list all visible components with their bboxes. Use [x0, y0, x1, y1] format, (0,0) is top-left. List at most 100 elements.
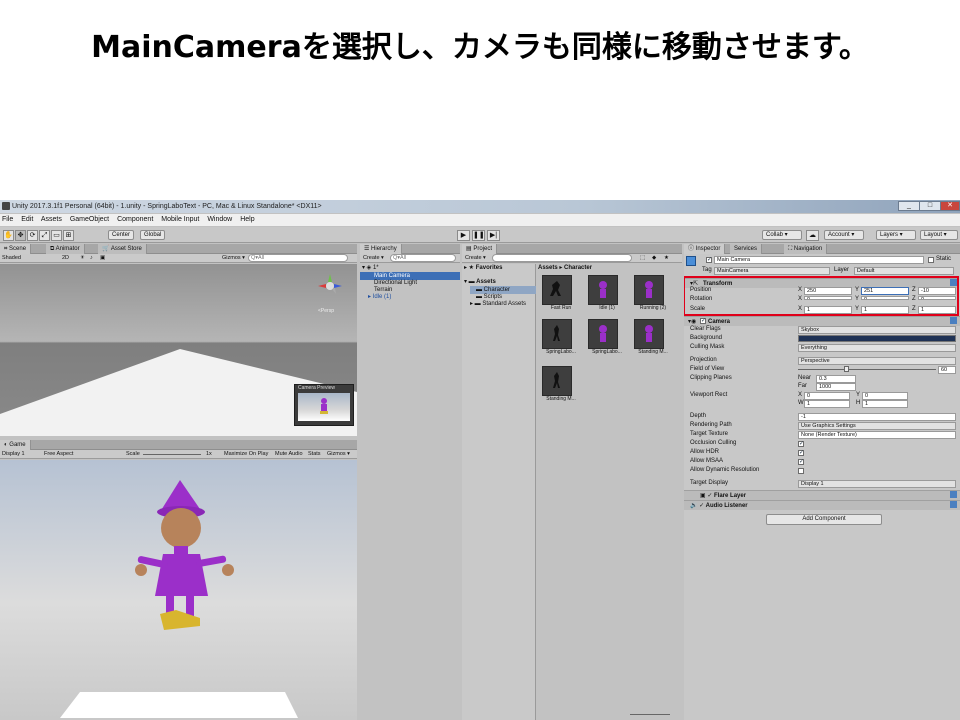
- menu-component[interactable]: Component: [117, 216, 153, 223]
- pivot-center-button[interactable]: Center: [108, 230, 135, 240]
- position-x-field[interactable]: 250: [804, 287, 852, 295]
- projection-dropdown[interactable]: Perspective: [798, 357, 956, 365]
- near-field[interactable]: 0.3: [816, 375, 856, 383]
- asset-standing-1[interactable]: Standing M...: [634, 319, 672, 355]
- scale-z-field[interactable]: 1: [918, 306, 956, 314]
- asset-fast-run[interactable]: Fast Run: [542, 275, 580, 311]
- project-search-input[interactable]: [492, 254, 632, 262]
- tab-services[interactable]: Services: [730, 244, 763, 254]
- tab-project[interactable]: ▤ Project: [462, 244, 498, 254]
- scene-viewport[interactable]: <Persp Camera Preview: [0, 264, 357, 436]
- position-y-field[interactable]: 251: [861, 287, 909, 295]
- allow-hdr-checkbox[interactable]: ✓: [798, 450, 804, 456]
- vp-y-field[interactable]: 0: [862, 392, 908, 400]
- close-button[interactable]: ✕: [940, 201, 960, 211]
- camera-enabled-checkbox[interactable]: ✓: [700, 318, 706, 324]
- stats-toggle[interactable]: Stats: [308, 450, 321, 459]
- fov-field[interactable]: 60: [938, 366, 956, 374]
- folder-standard-assets[interactable]: ▸ ▬ Standard Assets: [470, 300, 526, 309]
- hand-tool-icon[interactable]: ✋: [3, 230, 14, 241]
- rotation-y-field[interactable]: 0: [861, 296, 909, 300]
- culling-mask-dropdown[interactable]: Everything: [798, 344, 956, 352]
- audio-listener-header[interactable]: 🔊 ✓ Audio Listener: [684, 500, 960, 510]
- active-checkbox[interactable]: ✓: [706, 257, 712, 263]
- global-toggle-button[interactable]: Global: [140, 230, 166, 240]
- light-icon[interactable]: ☀: [80, 254, 85, 263]
- hierarchy-item-idle[interactable]: ▸ Idle (1): [368, 293, 391, 302]
- maximize-on-play-toggle[interactable]: Maximize On Play: [224, 450, 268, 459]
- scene-orientation-gizmo-icon[interactable]: [318, 274, 342, 298]
- flare-layer-header[interactable]: ▣ ✓ Flare Layer: [684, 490, 960, 500]
- rotate-tool-icon[interactable]: ⟳: [27, 230, 38, 241]
- layer-dropdown[interactable]: Default: [854, 267, 954, 275]
- display-dropdown[interactable]: Display 1: [2, 450, 25, 459]
- tab-game[interactable]: ◐ Game: [0, 440, 31, 450]
- layout-button[interactable]: Layout ▾: [920, 230, 958, 240]
- game-viewport[interactable]: [0, 460, 357, 720]
- step-icon[interactable]: ▶|: [487, 230, 500, 241]
- menu-gameobject[interactable]: GameObject: [70, 216, 109, 223]
- thumbnail-size-slider[interactable]: [630, 714, 670, 715]
- play-icon[interactable]: ▶: [457, 230, 470, 241]
- scale-x-field[interactable]: 1: [804, 306, 852, 314]
- menu-help[interactable]: Help: [240, 216, 254, 223]
- project-create-button[interactable]: Create ▾: [465, 254, 486, 263]
- asset-springlabo-1[interactable]: SpringLabo...: [542, 319, 580, 355]
- help-icon[interactable]: [950, 279, 957, 286]
- tab-inspector[interactable]: ⓘ Inspector: [684, 244, 726, 254]
- asset-idle[interactable]: Idle (1): [588, 275, 626, 311]
- tab-animator[interactable]: ⧉ Animator: [46, 244, 85, 254]
- vp-h-field[interactable]: 1: [862, 400, 908, 408]
- menu-window[interactable]: Window: [207, 216, 232, 223]
- allow-msaa-checkbox[interactable]: ✓: [798, 459, 804, 465]
- scale-slider[interactable]: [143, 454, 201, 455]
- menu-file[interactable]: File: [2, 216, 13, 223]
- allow-dynamic-resolution-checkbox[interactable]: [798, 468, 804, 474]
- static-checkbox[interactable]: [928, 257, 934, 263]
- hierarchy-create-button[interactable]: Create ▾: [363, 254, 384, 263]
- aspect-dropdown[interactable]: Free Aspect: [44, 450, 73, 459]
- occlusion-culling-checkbox[interactable]: ✓: [798, 441, 804, 447]
- depth-field[interactable]: -1: [798, 413, 956, 421]
- object-name-field[interactable]: Main Camera: [714, 256, 924, 264]
- filter-label-icon[interactable]: ◆: [652, 254, 656, 263]
- menu-edit[interactable]: Edit: [21, 216, 33, 223]
- shaded-dropdown[interactable]: Shaded: [2, 254, 21, 263]
- background-color-swatch[interactable]: [798, 335, 956, 342]
- move-tool-icon[interactable]: ✥: [15, 230, 26, 241]
- collab-button[interactable]: Collab ▾: [762, 230, 802, 240]
- rotation-z-field[interactable]: 0: [918, 296, 956, 300]
- layers-button[interactable]: Layers ▾: [876, 230, 916, 240]
- tab-scene[interactable]: ⌗ Scene: [0, 244, 32, 254]
- asset-running[interactable]: Running (2): [634, 275, 672, 311]
- vp-w-field[interactable]: 1: [804, 400, 850, 408]
- flare-help-icon[interactable]: [950, 491, 957, 498]
- fov-slider[interactable]: [798, 369, 936, 370]
- camera-header[interactable]: Camera: [684, 316, 960, 326]
- tag-dropdown[interactable]: MainCamera: [714, 267, 830, 275]
- game-gizmos-dropdown[interactable]: Gizmos ▾: [327, 450, 350, 459]
- vp-x-field[interactable]: 0: [804, 392, 850, 400]
- fov-slider-handle[interactable]: [844, 366, 849, 372]
- favorite-star-icon[interactable]: ★: [664, 254, 669, 263]
- hierarchy-search-input[interactable]: Q▾All: [390, 254, 456, 262]
- asset-springlabo-2[interactable]: SpringLabo...: [588, 319, 626, 355]
- maximize-button[interactable]: □: [919, 201, 941, 211]
- scene-search-input[interactable]: Q▾All: [248, 254, 348, 262]
- audio-icon[interactable]: ♪: [90, 254, 93, 263]
- account-button[interactable]: Account ▾: [824, 230, 864, 240]
- rect-tool-icon[interactable]: ▭: [51, 230, 62, 241]
- rendering-path-dropdown[interactable]: Use Graphics Settings: [798, 422, 956, 430]
- tab-hierarchy[interactable]: ☰ Hierarchy: [360, 244, 402, 254]
- asset-standing-2[interactable]: Standing M...: [542, 366, 580, 402]
- tab-asset-store[interactable]: 🛒 Asset Store: [98, 244, 147, 254]
- mode-2d-toggle[interactable]: 2D: [62, 254, 69, 263]
- camera-help-icon[interactable]: [950, 317, 957, 324]
- add-component-button[interactable]: Add Component: [766, 514, 882, 525]
- menu-mobile-input[interactable]: Mobile Input: [161, 216, 199, 223]
- rotation-x-field[interactable]: 0: [804, 296, 852, 300]
- far-field[interactable]: 1000: [816, 383, 856, 391]
- scene-gizmos-dropdown[interactable]: Gizmos ▾: [222, 254, 245, 263]
- favorites-node[interactable]: ▸ ★ Favorites: [464, 264, 502, 273]
- pause-icon[interactable]: ❚❚: [472, 230, 485, 241]
